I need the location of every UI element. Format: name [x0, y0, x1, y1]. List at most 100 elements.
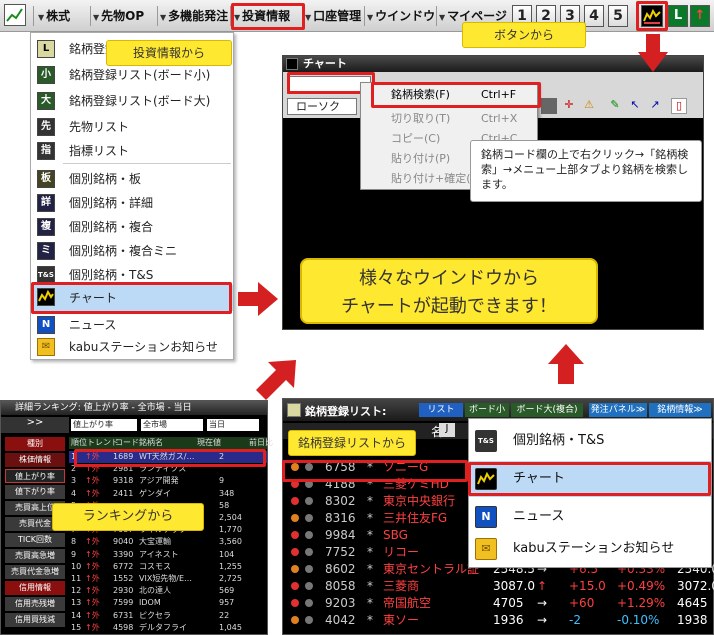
symbol-info-button[interactable]: 銘柄情報≫: [649, 403, 711, 417]
ranking-row[interactable]: 12 ↑外 2930 北の達人 569: [69, 585, 267, 597]
popup-item-ts[interactable]: T&S 個別銘柄・T&S: [469, 423, 711, 459]
row-marker: *: [367, 562, 373, 576]
menu-item-board-small[interactable]: 小銘柄登録リスト(ボード小): [31, 63, 233, 87]
crosshair-icon[interactable]: ✛: [561, 98, 577, 114]
highlight-investment-info: [231, 3, 305, 30]
menu-stock[interactable]: ▼ 株式: [38, 6, 70, 26]
ranking-cell: 957: [219, 598, 235, 608]
ranking-cell: 3: [71, 476, 77, 486]
watchlist-row[interactable]: * 8058 三菱商 3087.0↑ +15.0 +0.49% 3072.0: [283, 578, 714, 594]
ranking-cell: 569: [219, 586, 235, 596]
row-marker: *: [367, 511, 373, 525]
board-large-icon: 大: [37, 92, 55, 110]
ranking-row[interactable]: 4 ↑外 2411 ゲンダイ 348: [69, 488, 267, 500]
ranking-market-select[interactable]: 全市場: [141, 419, 203, 431]
grid-icon[interactable]: [541, 98, 557, 114]
menu-item-notice[interactable]: ✉ kabuステーションお知らせ: [31, 335, 233, 359]
menu-account[interactable]: ▼ 口座管理: [305, 6, 361, 26]
ranking-category-item[interactable]: 信用買残減: [5, 613, 65, 627]
watchlist-cell-name: 三菱商: [383, 579, 420, 593]
ranking-cell: ゲンダイ: [139, 488, 171, 498]
menu-item-news[interactable]: N ニュース: [31, 313, 233, 337]
watchlist-cell-name: 三井住友FG: [383, 511, 448, 525]
menu-account-label: 口座管理: [313, 9, 362, 23]
tab-board-large[interactable]: ボード大(複合): [511, 403, 583, 417]
callout-from-info: 投資情報から: [106, 40, 232, 66]
menu-separator: [63, 163, 231, 164]
menu-window[interactable]: ▼ ウインドウ: [367, 6, 435, 26]
ranking-category-header[interactable]: 信用情報: [5, 581, 65, 595]
layout-button-5[interactable]: 5: [608, 5, 628, 27]
flag-dot-icon: [305, 548, 313, 556]
watchlist-toolbar-button[interactable]: L: [668, 5, 688, 27]
menu-multi-order-label: 多機能発注: [168, 9, 229, 23]
ranking-cell: 9318: [113, 476, 134, 486]
status-dot-icon: [291, 531, 299, 539]
ranking-row[interactable]: 3 ↑外 9318 アジア開発 9: [69, 475, 267, 487]
ranking-category-item[interactable]: 株価情報: [5, 453, 65, 467]
ranking-toolbar-button[interactable]: ↑: [690, 5, 710, 27]
watchlist-cell-name: リコー: [383, 545, 420, 559]
chart-type-select[interactable]: ローソク: [287, 98, 357, 115]
ranking-row[interactable]: 8 ↑外 9040 大宝運輸 3,560: [69, 536, 267, 548]
watchlist-row[interactable]: * 4042 東ソー 1936 → -2 -0.10% 1938: [283, 612, 713, 628]
line-tool-icon[interactable]: ↗: [647, 98, 663, 114]
ranking-cell: 6772: [113, 561, 134, 571]
flag-dot-icon: [305, 497, 313, 505]
ranking-row[interactable]: 9 ↑外 3390 アイネスト 104: [69, 549, 267, 561]
tab-list[interactable]: リスト: [419, 403, 463, 417]
menu-item-board[interactable]: 板個別銘柄・板: [31, 167, 233, 191]
menu-item-composite-mini[interactable]: ミ個別銘柄・複合ミニ: [31, 239, 233, 263]
ranking-cell: ↑外: [85, 537, 100, 547]
ranking-category-item[interactable]: 信用売残増: [5, 597, 65, 611]
mail-icon: ✉: [37, 338, 55, 356]
cursor-icon[interactable]: ↖: [627, 98, 643, 114]
menu-item-index-list[interactable]: 指指標リスト: [31, 139, 233, 163]
menu-futures-op[interactable]: ▼ 先物OP: [93, 6, 144, 26]
ranking-row[interactable]: 15 ↑外 4598 デルタフライ 1,045: [69, 622, 267, 634]
ranking-category-item[interactable]: 売買高急増: [5, 549, 65, 563]
order-panel-button[interactable]: 発注パネル≫: [589, 403, 647, 417]
context-item-cut[interactable]: 切り取り(T) Ctrl+X: [361, 109, 537, 129]
menu-item-detail[interactable]: 詳個別銘柄・詳細: [31, 191, 233, 215]
layout-button-4[interactable]: 4: [584, 5, 604, 27]
arrow-up-right-icon: [256, 360, 296, 400]
ranking-cell: 9040: [113, 537, 134, 547]
arrow-up-icon: [548, 344, 584, 384]
ranking-row[interactable]: 14 ↑外 6731 ピクセラ 22: [69, 610, 267, 622]
futures-list-icon: 先: [37, 118, 55, 136]
watchlist-cell-chg: +60: [569, 596, 595, 610]
warning-icon[interactable]: ⚠: [581, 98, 597, 114]
tab-board-small[interactable]: ボード小: [465, 403, 509, 417]
ranking-row[interactable]: 11 ↑外 1552 VIX短先物/E… 2,725: [69, 573, 267, 585]
chart-line-icon[interactable]: [4, 4, 26, 26]
ranking-type-select[interactable]: 値上がり率: [71, 419, 137, 431]
ranking-row[interactable]: 13 ↑外 7599 IDOM 957: [69, 597, 267, 609]
highlight-ranking-row: [74, 449, 266, 467]
pencil-icon[interactable]: ✎: [607, 98, 623, 114]
popup-item-news[interactable]: N ニュース: [469, 499, 711, 535]
watchlist-icon: [287, 403, 301, 417]
ranking-period-select[interactable]: 当日: [207, 419, 259, 431]
popup-item-notice[interactable]: ✉ kabuステーションお知らせ: [469, 531, 711, 567]
chart-window-title: チャート: [303, 57, 347, 70]
context-item-label: 貼り付け+確定(E): [391, 172, 482, 185]
ranking-row[interactable]: 10 ↑外 6772 コスモス 1,255: [69, 561, 267, 573]
watchlist-cell-name: 帝国航空: [383, 596, 432, 610]
ranking-collapse-button[interactable]: >>: [1, 417, 69, 433]
ranking-category-item[interactable]: 値上がり率: [5, 469, 65, 483]
menu-item-label: 個別銘柄・複合ミニ: [69, 244, 178, 258]
menu-item-composite[interactable]: 複個別銘柄・複合: [31, 215, 233, 239]
menu-multi-order[interactable]: ▼ 多機能発注: [160, 6, 228, 26]
menu-item-futures-list[interactable]: 先先物リスト: [31, 115, 233, 139]
ranking-header-name: 銘柄名: [139, 438, 163, 447]
watchlist-row[interactable]: * 9203 帝国航空 4705 → +60 +1.29% 4645: [283, 595, 713, 611]
delete-icon[interactable]: ▯: [671, 98, 687, 114]
ranking-category-header[interactable]: 種別: [5, 437, 65, 451]
ranking-category-item[interactable]: 売買代金急増: [5, 565, 65, 579]
ranking-category-item[interactable]: TICK回数: [5, 533, 65, 547]
ranking-category-item[interactable]: 値下がり率: [5, 485, 65, 499]
menu-item-board-large[interactable]: 大銘柄登録リスト(ボード大): [31, 89, 233, 113]
index-list-icon: 指: [37, 142, 55, 160]
menu-item-label: kabuステーションお知らせ: [69, 340, 218, 354]
